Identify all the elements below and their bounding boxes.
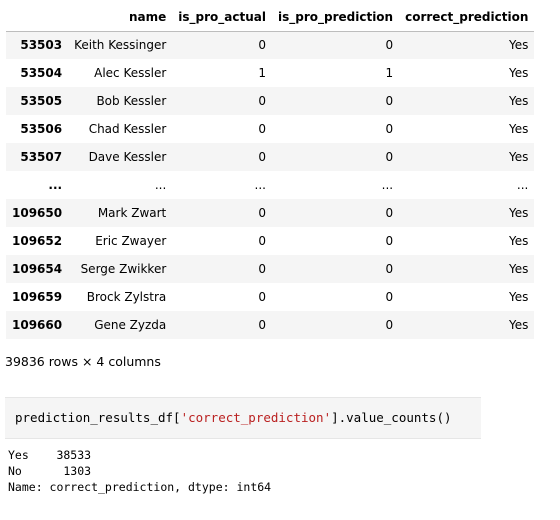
row-index: 53507	[20, 150, 63, 164]
output-line-name-dtype: Name: correct_prediction, dtype: int64	[8, 480, 272, 494]
row-index: 109659	[12, 290, 63, 304]
table-row: 109652 Eric Zwayer 0 0 Yes	[6, 227, 535, 255]
name-cell: ...	[154, 178, 167, 192]
row-index: 53506	[20, 122, 63, 136]
name-cell: Serge Zwikker	[80, 262, 167, 276]
is-pro-prediction-cell: 0	[385, 318, 394, 332]
name-cell: Keith Kessinger	[74, 38, 167, 53]
name-cell: Bob Kessler	[96, 94, 167, 108]
code-cell-input[interactable]: prediction_results_df['correct_predictio…	[5, 397, 481, 439]
row-index: 109652	[12, 234, 63, 248]
row-index: 53505	[20, 94, 63, 108]
column-header-name: name	[68, 4, 173, 32]
row-index: 53504	[20, 66, 63, 80]
is-pro-actual-cell: 0	[258, 234, 266, 248]
is-pro-prediction-cell: 0	[385, 94, 394, 108]
table-row: 53506 Chad Kessler 0 0 Yes	[6, 115, 535, 143]
table-row: 109660 Gene Zyzda 0 0 Yes	[6, 311, 535, 339]
is-pro-actual-cell: 0	[258, 122, 266, 136]
code-close-bracket: ]	[331, 410, 339, 425]
name-cell: Eric Zwayer	[95, 234, 167, 248]
correct-prediction-cell: Yes	[509, 94, 529, 108]
is-pro-actual-cell: 0	[258, 94, 266, 108]
code-variable: prediction_results_df	[15, 410, 174, 425]
correct-prediction-cell: Yes	[509, 38, 529, 53]
correct-prediction-cell: Yes	[509, 122, 529, 136]
dataframe-output: name is_pro_actual is_pro_prediction cor…	[6, 4, 535, 339]
dataframe-shape-text: 39836 rows × 4 columns	[5, 354, 161, 369]
correct-prediction-cell: Yes	[509, 206, 529, 220]
dataframe-table: name is_pro_actual is_pro_prediction cor…	[6, 4, 535, 339]
column-header-is-pro-prediction: is_pro_prediction	[271, 4, 400, 32]
table-row: 53503 Keith Kessinger 0 0 Yes	[6, 31, 535, 59]
is-pro-prediction-cell: ...	[381, 178, 394, 192]
is-pro-actual-cell: 0	[258, 262, 266, 276]
correct-prediction-cell: Yes	[509, 318, 529, 332]
code-open-bracket: [	[173, 410, 181, 425]
row-index: 109650	[12, 206, 63, 220]
is-pro-prediction-cell: 1	[385, 66, 394, 80]
output-line-no: No 1303	[8, 464, 92, 478]
is-pro-prediction-cell: 0	[385, 206, 394, 220]
index-header	[6, 4, 69, 32]
table-row: 109650 Mark Zwart 0 0 Yes	[6, 199, 535, 227]
is-pro-actual-cell: 0	[258, 206, 266, 220]
table-row: 53504 Alec Kessler 1 1 Yes	[6, 59, 535, 87]
correct-prediction-cell: Yes	[509, 262, 529, 276]
correct-prediction-cell: Yes	[509, 66, 529, 80]
is-pro-prediction-cell: 0	[385, 150, 394, 164]
correct-prediction-cell: Yes	[509, 150, 529, 164]
row-index: 109654	[12, 262, 63, 276]
name-cell: Gene Zyzda	[94, 318, 167, 332]
column-header-is-pro-actual: is_pro_actual	[172, 4, 272, 32]
is-pro-prediction-cell: 0	[385, 262, 394, 276]
is-pro-prediction-cell: 0	[385, 38, 394, 53]
table-row: 53505 Bob Kessler 0 0 Yes	[6, 87, 535, 115]
correct-prediction-cell: Yes	[509, 234, 529, 248]
is-pro-actual-cell: 1	[258, 66, 266, 80]
table-body: 53503 Keith Kessinger 0 0 Yes 53504 Alec Kessl…	[6, 31, 535, 339]
header-row: name is_pro_actual is_pro_prediction cor…	[6, 4, 535, 32]
row-index: 109660	[12, 318, 63, 332]
is-pro-actual-cell: 0	[258, 318, 266, 332]
is-pro-actual-cell: 0	[258, 38, 266, 53]
table-row: 53507 Dave Kessler 0 0 Yes	[6, 143, 535, 171]
is-pro-actual-cell: ...	[254, 178, 266, 192]
row-index: 53503	[20, 38, 63, 53]
cell-output: Yes 38533 No 1303 Name: correct_predicti…	[8, 447, 271, 495]
correct-prediction-cell: Yes	[509, 290, 529, 304]
is-pro-prediction-cell: 0	[385, 234, 394, 248]
output-line-yes: Yes 38533	[8, 448, 92, 462]
is-pro-actual-cell: 0	[258, 150, 266, 164]
table-row: ...............	[6, 171, 535, 199]
code-string-literal: 'correct_prediction'	[180, 410, 332, 425]
is-pro-prediction-cell: 0	[385, 122, 394, 136]
name-cell: Dave Kessler	[88, 150, 167, 164]
code-method-call: .value_counts()	[338, 410, 452, 425]
column-header-correct-prediction: correct_prediction	[399, 4, 535, 32]
is-pro-actual-cell: 0	[258, 290, 266, 304]
table-row: 109659 Brock Zylstra 0 0 Yes	[6, 283, 535, 311]
is-pro-prediction-cell: 0	[385, 290, 394, 304]
name-cell: Brock Zylstra	[86, 290, 167, 304]
name-cell: Chad Kessler	[88, 122, 167, 136]
name-cell: Alec Kessler	[94, 66, 167, 80]
row-index: ...	[48, 178, 63, 192]
name-cell: Mark Zwart	[97, 206, 167, 220]
table-row: 109654 Serge Zwikker 0 0 Yes	[6, 255, 535, 283]
correct-prediction-cell: ...	[516, 178, 529, 192]
